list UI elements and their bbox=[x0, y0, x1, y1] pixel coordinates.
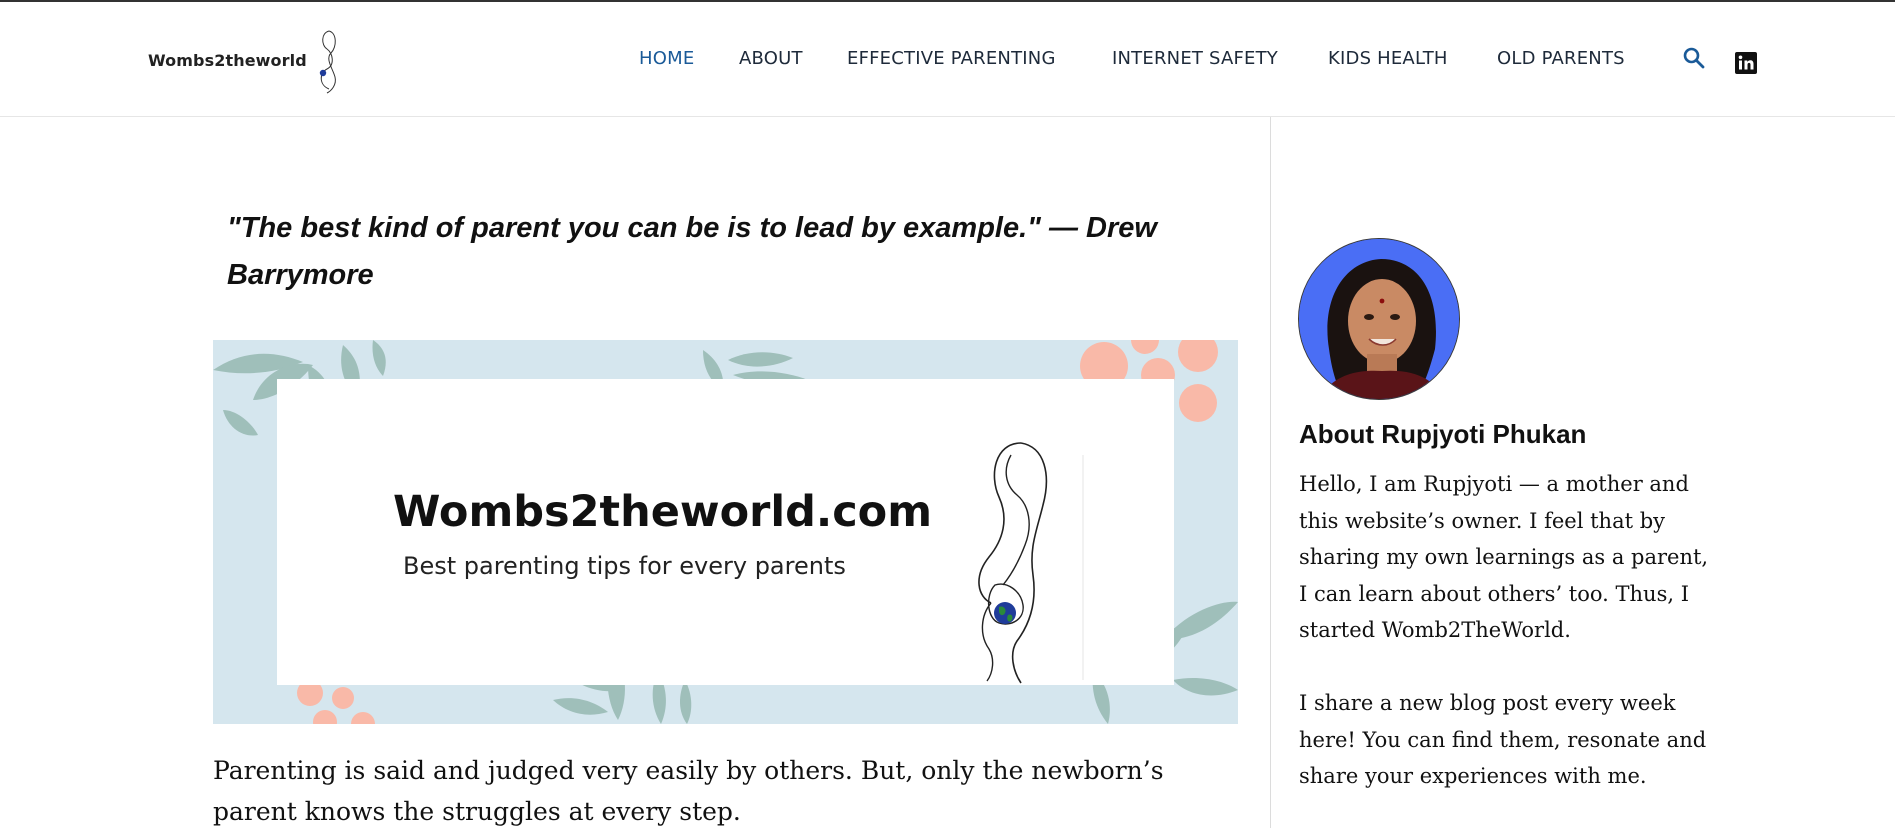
nav-internet-safety[interactable]: INTERNET SAFETY bbox=[1112, 48, 1278, 69]
banner-subtitle: Best parenting tips for every parents bbox=[403, 552, 846, 580]
featured-quote: "The best kind of parent you can be is t… bbox=[227, 212, 1157, 291]
about-paragraph-1: Hello, I am Rupjyoti — a mother and this… bbox=[1299, 472, 1709, 643]
mother-globe-logo-icon bbox=[319, 30, 336, 94]
linkedin-icon[interactable] bbox=[1735, 52, 1757, 74]
nav-effective-parenting[interactable]: EFFECTIVE PARENTING bbox=[847, 48, 1056, 69]
about-author-text: Hello, I am Rupjyoti — a mother and this… bbox=[1299, 466, 1719, 828]
intro-paragraph: Parenting is said and judged very easily… bbox=[213, 756, 1164, 826]
nav-about[interactable]: ABOUT bbox=[739, 48, 803, 69]
mother-globe-illustration-icon bbox=[978, 442, 1084, 684]
site-header: Wombs2theworld HOME ABOUT EFFECTIVE PARE… bbox=[0, 2, 1895, 117]
banner-title: Wombs2theworld.com bbox=[393, 487, 933, 537]
nav-kids-health[interactable]: KIDS HEALTH bbox=[1328, 48, 1448, 69]
sidebar-divider bbox=[1270, 117, 1271, 828]
about-paragraph-2: I share a new blog post every week here!… bbox=[1299, 690, 1707, 789]
about-author-heading: About Rupjyoti Phukan bbox=[1299, 419, 1587, 449]
search-icon[interactable] bbox=[1682, 46, 1706, 70]
site-logo[interactable]: Wombs2theworld bbox=[148, 24, 345, 96]
nav-home[interactable]: HOME bbox=[639, 48, 694, 69]
logo-text: Wombs2theworld bbox=[148, 50, 307, 70]
hero-banner: Wombs2theworld.com Best parenting tips f… bbox=[213, 340, 1238, 724]
author-avatar bbox=[1298, 238, 1460, 400]
nav-old-parents[interactable]: OLD PARENTS bbox=[1497, 48, 1625, 69]
author-portrait-icon bbox=[1299, 239, 1459, 399]
